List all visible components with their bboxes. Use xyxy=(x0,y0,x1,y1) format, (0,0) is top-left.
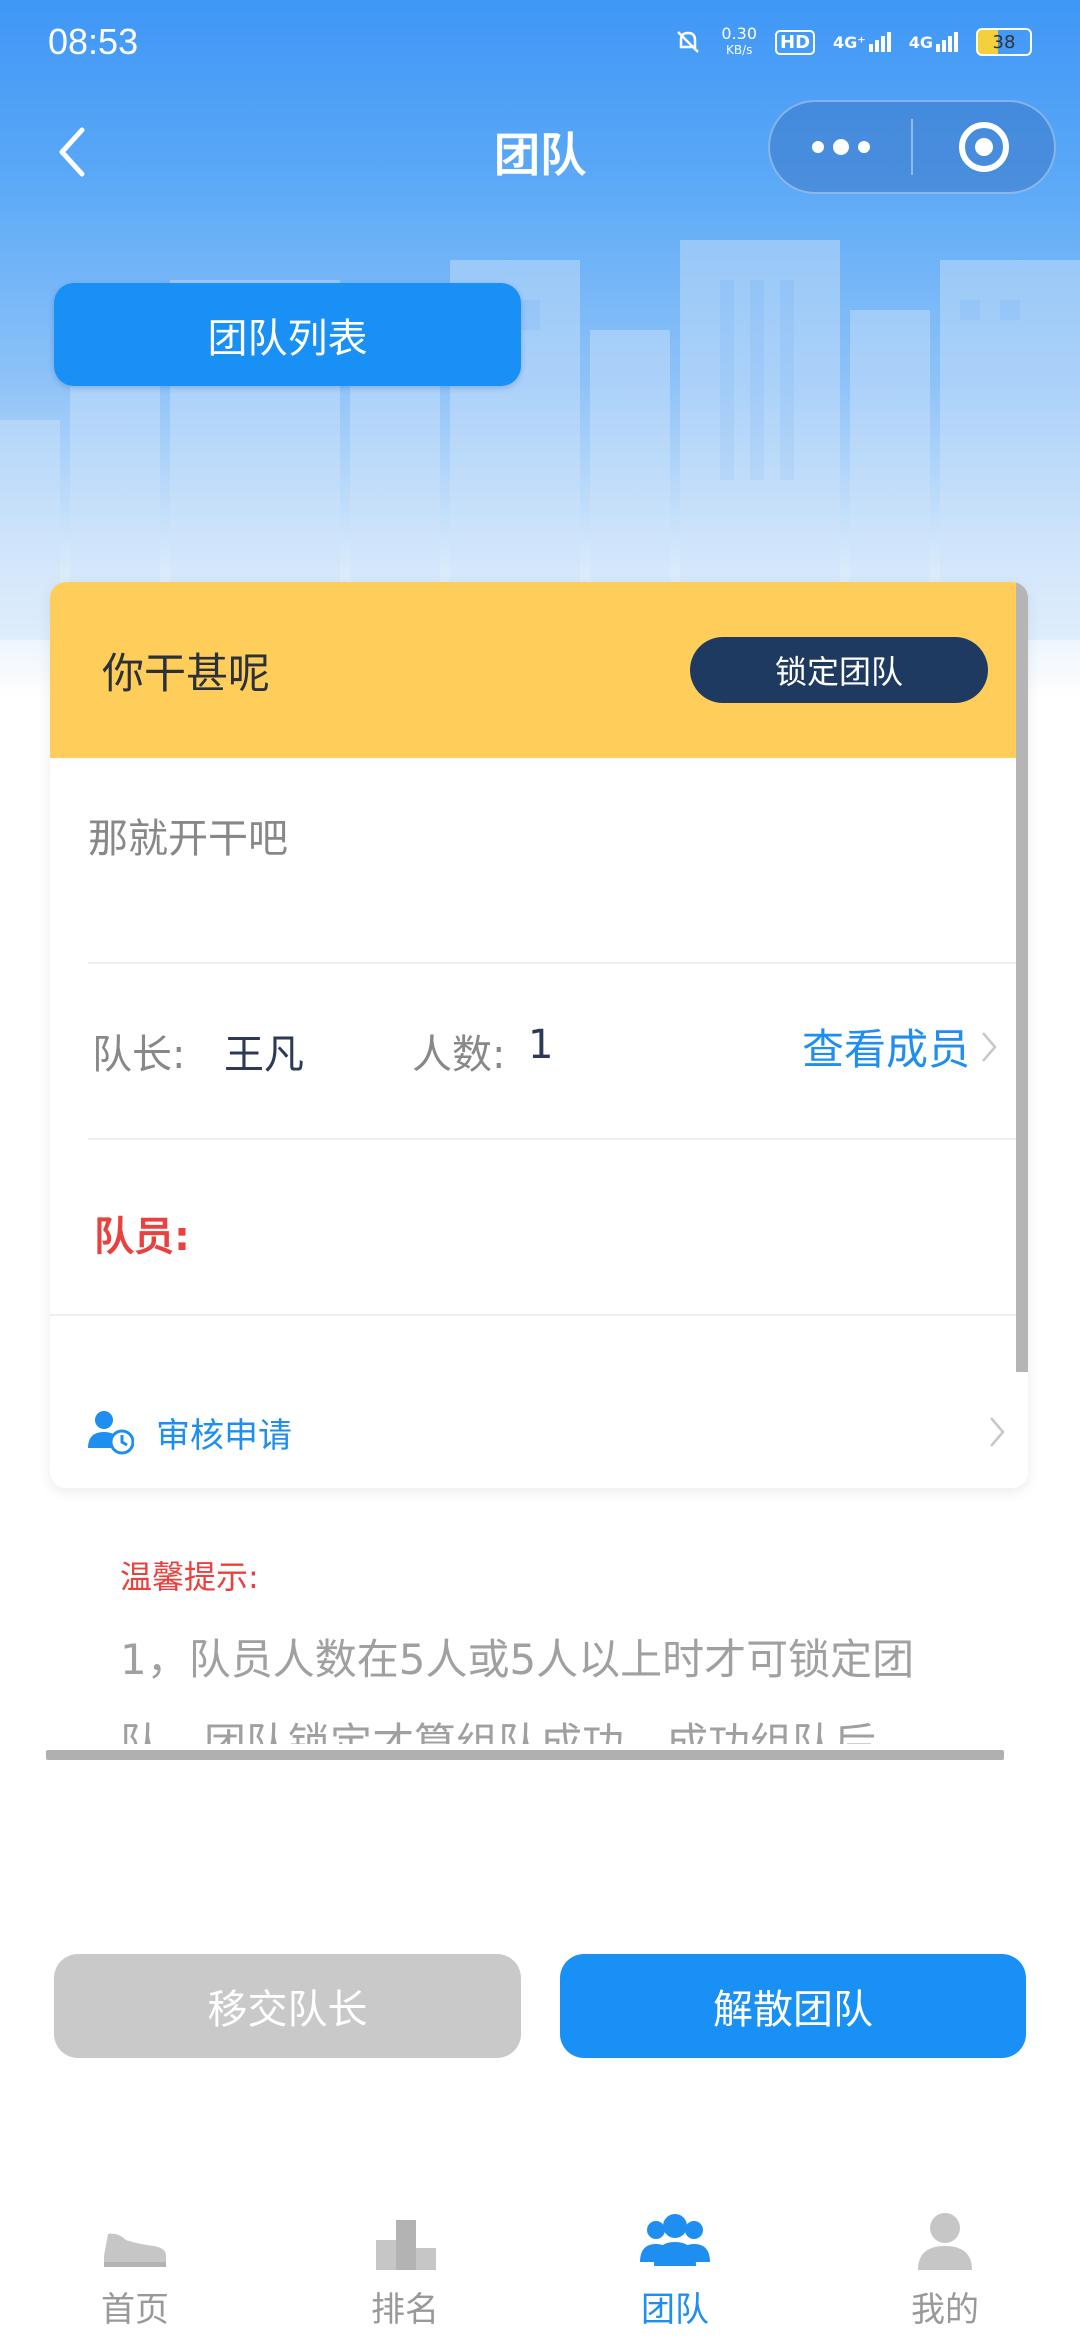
sim2-label: 4G xyxy=(908,33,933,52)
tips-text: 1，队员人数在5人或5人以上时才可锁定团队，团队锁定才算组队成功。成功组队后 xyxy=(120,1635,915,1744)
net-speed-unit: KB/s xyxy=(725,43,753,57)
tab-team[interactable]: 团队 xyxy=(540,2190,810,2340)
tab-ranking[interactable]: 排名 xyxy=(270,2190,540,2340)
nav-bar: 团队 xyxy=(0,92,1080,212)
net-speed: 0.30 KB/s xyxy=(721,26,757,58)
battery-icon: 38 xyxy=(976,28,1032,56)
member-count-label: 人数: xyxy=(412,1032,506,1078)
more-dots-icon xyxy=(811,139,870,155)
miniprogram-capsule xyxy=(768,100,1056,194)
tab-bar: 首页 排名 团队 我的 xyxy=(0,2190,1080,2340)
mute-bell-icon xyxy=(677,31,700,53)
tips-scroll-indicator xyxy=(46,1750,1004,1760)
team-card: 你干甚呢 锁定团队 那就开干吧 队长: 王凡 人数: 1 查看成员 队员: 审核… xyxy=(50,582,1028,1488)
target-circle-icon xyxy=(958,122,1009,172)
team-list-button[interactable]: 团队列表 xyxy=(54,283,521,386)
tab-home[interactable]: 首页 xyxy=(0,2190,270,2340)
chevron-right-icon xyxy=(982,1031,997,1062)
chevron-right-icon xyxy=(990,1417,1005,1447)
sim1-label: 4G⁺ xyxy=(833,33,866,52)
net-speed-value: 0.30 xyxy=(721,24,757,43)
shoe-icon xyxy=(104,2233,166,2267)
divider xyxy=(88,1138,1016,1140)
close-button[interactable] xyxy=(913,102,1054,192)
tips-title: 温馨提示: xyxy=(120,1558,259,1596)
view-members-link[interactable]: 查看成员 xyxy=(802,1016,998,1077)
view-members-label: 查看成员 xyxy=(802,1025,971,1074)
team-name: 你干甚呢 xyxy=(102,648,271,698)
sim2-signal: 4G xyxy=(909,32,958,52)
sim1-signal: 4G⁺ xyxy=(833,32,891,52)
card-scrollbar[interactable] xyxy=(1016,582,1028,1372)
status-time: 08:53 xyxy=(48,21,139,62)
leader-label: 队长: xyxy=(92,1032,186,1078)
team-card-header: 你干甚呢 锁定团队 xyxy=(50,582,1028,758)
tab-ranking-label: 排名 xyxy=(371,2290,439,2330)
review-applications-row[interactable]: 审核申请 xyxy=(86,1382,1006,1482)
battery-level: 38 xyxy=(992,31,1016,53)
status-icons: 0.30 KB/s HD 4G⁺ 4G 38 xyxy=(673,26,1032,58)
tab-home-label: 首页 xyxy=(101,2290,169,2330)
more-button[interactable] xyxy=(770,102,911,192)
members-label: 队员: xyxy=(94,1214,190,1260)
member-count-value: 1 xyxy=(528,1022,554,1068)
page-title: 团队 xyxy=(494,128,586,182)
tab-mine[interactable]: 我的 xyxy=(810,2190,1080,2340)
hd-badge: HD xyxy=(775,29,816,55)
divider xyxy=(50,1314,1016,1316)
tab-mine-label: 我的 xyxy=(911,2290,979,2330)
user-clock-icon xyxy=(88,1411,134,1455)
transfer-captain-button[interactable]: 移交队长 xyxy=(54,1954,521,2058)
team-icon xyxy=(640,2214,710,2266)
chevron-left-icon xyxy=(59,127,85,177)
leader-name: 王凡 xyxy=(224,1032,304,1078)
review-applications-label: 审核申请 xyxy=(156,1415,292,1456)
tab-team-label: 团队 xyxy=(641,2290,709,2330)
dissolve-team-button[interactable]: 解散团队 xyxy=(560,1954,1026,2058)
status-bar: 08:53 0.30 KB/s HD 4G⁺ 4G 38 xyxy=(0,0,1080,84)
back-button[interactable] xyxy=(40,120,104,184)
lock-team-button[interactable]: 锁定团队 xyxy=(690,637,988,703)
user-icon xyxy=(918,2213,972,2270)
podium-icon xyxy=(376,2220,436,2270)
signal-bars-icon xyxy=(936,32,958,52)
signal-bars-icon xyxy=(868,32,891,52)
divider xyxy=(88,962,1016,964)
team-slogan: 那就开干吧 xyxy=(88,816,288,862)
